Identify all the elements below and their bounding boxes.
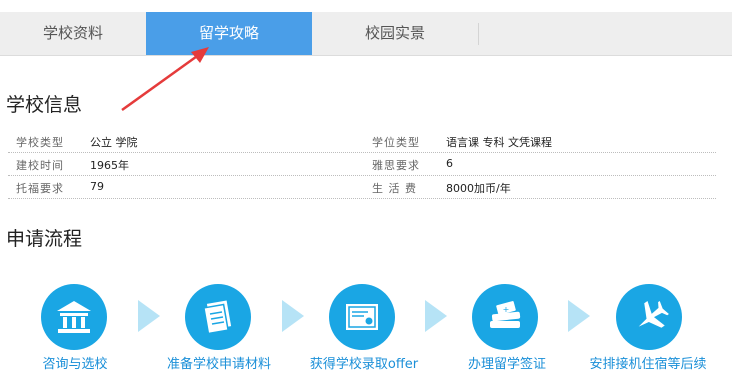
info-value: 8000加币/年 (446, 182, 511, 195)
info-label: 学位类型 (372, 136, 420, 149)
info-label: 雅思要求 (372, 159, 420, 172)
step-arrow (568, 300, 590, 332)
process-title: 申请流程 (6, 228, 83, 250)
info-value: 6 (446, 157, 453, 170)
school-info-title: 学校信息 (6, 94, 83, 116)
step-arrow (282, 300, 304, 332)
info-label: 学校类型 (16, 136, 64, 149)
info-value: 公立 学院 (90, 136, 138, 149)
info-value: 语言课 专科 文凭课程 (446, 136, 552, 149)
info-row: 托福要求 79 生 活 费 8000加币/年 (8, 176, 716, 199)
certificate-icon (329, 284, 395, 350)
passport-books-icon: + (472, 284, 538, 350)
school-info-table: 学校类型 公立 学院 学位类型 语言课 专科 文凭课程 建校时间 1965年 雅… (8, 130, 716, 199)
step-label: 获得学校录取offer (309, 357, 419, 372)
info-value: 79 (90, 180, 104, 193)
step-label: 安排接机住宿等后续 (589, 357, 707, 372)
info-label: 建校时间 (16, 159, 64, 172)
info-label: 生 活 费 (372, 182, 417, 195)
info-row: 建校时间 1965年 雅思要求 6 (8, 153, 716, 176)
step-label: 准备学校申请材料 (166, 357, 271, 372)
airplane-icon (616, 284, 682, 350)
step-label: 咨询与选校 (42, 357, 108, 372)
info-label: 托福要求 (16, 182, 64, 195)
svg-text:+: + (503, 305, 510, 314)
school-building-icon (41, 284, 107, 350)
step-arrow (425, 300, 447, 332)
info-value: 1965年 (90, 159, 129, 172)
step-arrow (138, 300, 160, 332)
documents-icon (185, 284, 251, 350)
step-label: 办理留学签证 (467, 357, 546, 372)
info-row: 学校类型 公立 学院 学位类型 语言课 专科 文凭课程 (8, 130, 716, 153)
